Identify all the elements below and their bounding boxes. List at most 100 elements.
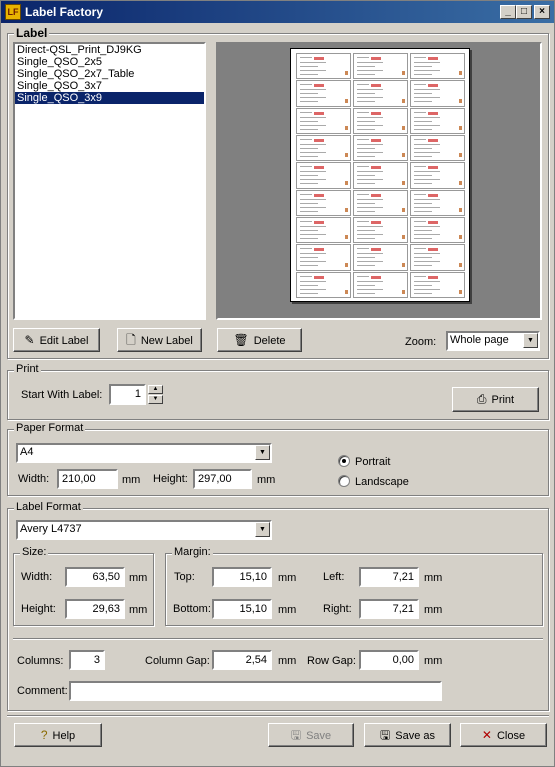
column-gap-input[interactable]: 2,54: [212, 650, 272, 670]
portrait-label: Portrait: [355, 456, 391, 468]
comment-input[interactable]: [69, 681, 442, 701]
maximize-button[interactable]: □: [516, 5, 532, 19]
column-gap-unit: mm: [278, 655, 297, 667]
preview-label-thumb: [353, 162, 408, 189]
preview-label-thumb: [353, 135, 408, 162]
close-icon: ×: [539, 6, 545, 17]
preview-label-thumb: [353, 189, 408, 216]
margin-top-unit: mm: [278, 572, 297, 584]
maximize-icon: □: [520, 6, 528, 17]
label-preview-area: [216, 42, 542, 320]
portrait-radio[interactable]: [338, 455, 350, 467]
landscape-radio[interactable]: [338, 475, 350, 487]
preview-label-thumb: [410, 135, 465, 162]
paper-height-input[interactable]: 297,00: [193, 469, 252, 489]
margin-left-label: Left:: [323, 571, 345, 583]
paper-format-group-title: Paper Format: [14, 422, 86, 434]
spin-down-button[interactable]: ▼: [148, 395, 163, 404]
columns-input[interactable]: 3: [69, 650, 105, 670]
label-width-input[interactable]: 63,50: [65, 567, 125, 587]
label-group-title: Label: [14, 26, 50, 40]
chevron-down-icon: ▼: [152, 396, 159, 402]
close-button[interactable]: ✕ Close: [460, 723, 547, 747]
label-height-input[interactable]: 29,63: [65, 599, 125, 619]
preview-label-thumb: [410, 244, 465, 271]
margin-bottom-label: Bottom:: [173, 603, 211, 615]
minimize-button[interactable]: _: [500, 5, 516, 19]
preview-label-thumb: [410, 217, 465, 244]
row-gap-unit: mm: [424, 655, 443, 667]
preview-label-thumb: [410, 271, 465, 298]
margin-bottom-input[interactable]: 15,10: [212, 599, 272, 619]
save-button[interactable]: 🖫 Save: [268, 723, 354, 747]
question-icon: ?: [40, 728, 48, 742]
close-window-button[interactable]: ×: [534, 5, 550, 19]
preview-label-thumb: [296, 189, 351, 216]
list-item[interactable]: Single_QSO_2x7_Table: [15, 68, 204, 80]
paper-width-input[interactable]: 210,00: [57, 469, 118, 489]
preview-label-thumb: [353, 80, 408, 107]
list-item[interactable]: Single_QSO_3x9: [15, 92, 204, 104]
start-with-label-label: Start With Label:: [21, 389, 103, 401]
margin-left-input[interactable]: 7,21: [359, 567, 419, 587]
preview-label-thumb: [410, 189, 465, 216]
preview-label-thumb: [296, 217, 351, 244]
print-group-title: Print: [14, 363, 41, 375]
chevron-up-icon: ▲: [152, 386, 159, 392]
preview-label-thumb: [296, 53, 351, 80]
preview-label-thumb: [353, 217, 408, 244]
divider: [13, 638, 543, 640]
paper-width-unit: mm: [122, 474, 141, 486]
margin-top-label: Top:: [174, 571, 195, 583]
label-width-label: Width:: [21, 571, 53, 583]
preview-label-thumb: [353, 244, 408, 271]
paper-format-select[interactable]: A4 ▼: [16, 443, 272, 463]
trash-icon: 🗑: [233, 333, 249, 347]
columns-label: Columns:: [17, 655, 64, 667]
preview-label-thumb: [296, 162, 351, 189]
preview-page: [290, 48, 470, 302]
margin-top-input[interactable]: 15,10: [212, 567, 272, 587]
delete-button[interactable]: 🗑 Delete: [217, 328, 302, 352]
column-gap-label: Column Gap:: [145, 655, 210, 667]
label-format-select[interactable]: Avery L4737 ▼: [16, 520, 272, 540]
title-bar[interactable]: LF Label Factory _ □ ×: [1, 1, 554, 23]
new-label-button[interactable]: 🗋 New Label: [117, 328, 202, 352]
list-item[interactable]: Single_QSO_2x5: [15, 56, 204, 68]
preview-label-thumb: [296, 244, 351, 271]
row-gap-label: Row Gap:: [307, 655, 356, 667]
row-gap-input[interactable]: 0,00: [359, 650, 419, 670]
chevron-down-icon[interactable]: ▼: [255, 445, 270, 460]
label-format-group-title: Label Format: [14, 501, 83, 513]
preview-label-thumb: [410, 53, 465, 80]
chevron-down-icon[interactable]: ▼: [255, 522, 270, 537]
printer-icon: ⎙: [476, 392, 487, 406]
list-item[interactable]: Single_QSO_3x7: [15, 80, 204, 92]
save-as-icon: 🖫: [380, 728, 391, 742]
help-button[interactable]: ? Help: [14, 723, 102, 747]
paper-width-label: Width:: [18, 473, 50, 485]
paper-height-label: Height:: [153, 473, 188, 485]
label-width-unit: mm: [129, 572, 148, 584]
save-as-button[interactable]: 🖫 Save as: [364, 723, 451, 747]
preview-label-thumb: [296, 135, 351, 162]
zoom-select[interactable]: Whole page ▼: [446, 331, 540, 351]
edit-label-button[interactable]: ✎ Edit Label: [13, 328, 100, 352]
print-button[interactable]: ⎙ Print: [452, 387, 539, 412]
list-item[interactable]: Direct-QSL_Print_DJ9KG: [15, 44, 204, 56]
window-title: Label Factory: [25, 5, 104, 19]
margin-right-input[interactable]: 7,21: [359, 599, 419, 619]
margin-right-unit: mm: [424, 604, 443, 616]
start-with-label-input[interactable]: 1: [109, 384, 146, 405]
preview-label-thumb: [296, 80, 351, 107]
size-group-title: Size:: [20, 546, 49, 558]
label-height-unit: mm: [129, 604, 148, 616]
label-list[interactable]: Direct-QSL_Print_DJ9KG Single_QSO_2x5 Sing…: [13, 42, 206, 320]
preview-label-thumb: [353, 107, 408, 134]
preview-label-thumb: [353, 271, 408, 298]
preview-label-thumb: [353, 53, 408, 80]
margin-left-unit: mm: [424, 572, 443, 584]
chevron-down-icon[interactable]: ▼: [523, 333, 538, 348]
margin-right-label: Right:: [323, 603, 352, 615]
spin-up-button[interactable]: ▲: [148, 385, 163, 394]
